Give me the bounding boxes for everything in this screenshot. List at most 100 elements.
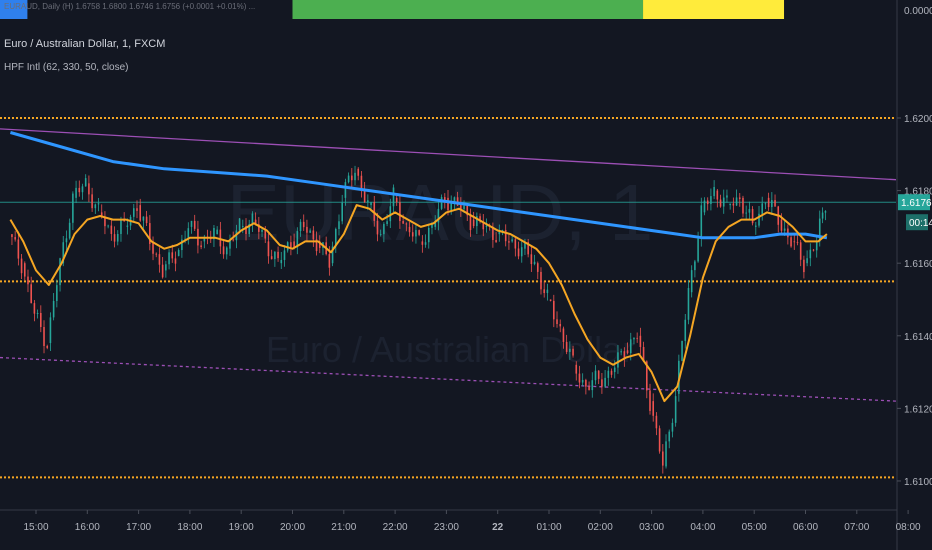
chart-title[interactable]: Euro / Australian Dollar, 1, FXCM bbox=[4, 38, 165, 50]
candle-body bbox=[370, 201, 372, 206]
x-tick-label-6: 21:00 bbox=[331, 522, 356, 533]
candle-body bbox=[697, 238, 699, 262]
candle-body bbox=[581, 379, 584, 383]
candle-body bbox=[17, 239, 20, 259]
candle-body bbox=[97, 203, 100, 205]
y-tick-label-0: 1.62000 bbox=[904, 114, 932, 125]
candle-body bbox=[806, 258, 808, 264]
candle-body bbox=[174, 258, 177, 264]
candle-body bbox=[607, 370, 610, 378]
indicator-legend[interactable]: HPF Intl (62, 330, 50, close) bbox=[4, 62, 129, 73]
x-tick-label-3: 18:00 bbox=[177, 522, 202, 533]
candle-body bbox=[107, 225, 109, 227]
candle-body bbox=[312, 230, 315, 240]
candle-body bbox=[177, 250, 180, 256]
candle-body bbox=[270, 256, 273, 260]
candle-body bbox=[193, 220, 196, 229]
candle-body bbox=[780, 219, 783, 231]
candle-body bbox=[376, 220, 379, 235]
candle-body bbox=[655, 415, 658, 429]
candle-body bbox=[328, 254, 331, 268]
candle-body bbox=[719, 199, 722, 207]
candle-body bbox=[261, 229, 263, 232]
candle-body bbox=[533, 261, 536, 265]
candle-body bbox=[690, 270, 693, 293]
x-tick-label-16: 07:00 bbox=[844, 522, 869, 533]
candle-body bbox=[812, 249, 815, 251]
candle-body bbox=[23, 263, 26, 277]
candle-body bbox=[517, 248, 520, 257]
candle-body bbox=[639, 335, 642, 347]
x-tick-label-4: 19:00 bbox=[229, 522, 254, 533]
candle-body bbox=[415, 230, 417, 237]
candle-body bbox=[745, 212, 747, 214]
candle-body bbox=[617, 352, 619, 368]
candle-body bbox=[72, 193, 74, 223]
x-tick-label-9: 22 bbox=[492, 522, 504, 533]
candle-body bbox=[302, 221, 305, 228]
candle-body bbox=[572, 348, 574, 356]
x-tick-label-8: 23:00 bbox=[434, 522, 459, 533]
candle-body bbox=[463, 205, 465, 210]
candle-body bbox=[142, 216, 145, 221]
candle-body bbox=[238, 218, 241, 231]
candle-body bbox=[78, 187, 81, 193]
watermark-name: Euro / Australian Dollar bbox=[266, 329, 634, 370]
candle-body bbox=[694, 261, 696, 271]
candle-body bbox=[132, 208, 135, 217]
candle-body bbox=[588, 386, 590, 391]
candle-body bbox=[27, 276, 29, 285]
candle-body bbox=[629, 339, 632, 354]
candle-body bbox=[601, 379, 603, 387]
candle-body bbox=[290, 242, 292, 248]
candle-body bbox=[440, 197, 443, 209]
candle-body bbox=[59, 258, 61, 286]
candle-body bbox=[347, 175, 350, 183]
candle-body bbox=[729, 203, 731, 206]
candle-body bbox=[190, 220, 193, 227]
candle-body bbox=[338, 221, 340, 229]
x-tick-label-14: 05:00 bbox=[742, 522, 767, 533]
candle-body bbox=[751, 209, 754, 224]
candle-body bbox=[591, 380, 594, 391]
candle-body bbox=[168, 252, 170, 265]
candle-body bbox=[392, 187, 395, 207]
candle-body bbox=[556, 319, 558, 325]
candle-body bbox=[424, 242, 427, 245]
candle-body bbox=[267, 241, 270, 257]
candle-body bbox=[216, 229, 218, 235]
candle-body bbox=[40, 312, 42, 327]
candle-body bbox=[687, 288, 690, 320]
candle-body bbox=[668, 431, 671, 442]
candle-body bbox=[821, 212, 824, 219]
chart-canvas[interactable]: EURAUD, 1Euro / Australian Dollar 0.0000… bbox=[0, 0, 932, 550]
candle-body bbox=[761, 203, 764, 214]
candle-body bbox=[344, 182, 347, 198]
candle-body bbox=[427, 227, 430, 243]
candle-body bbox=[200, 245, 202, 248]
y-tick-label-4: 1.61200 bbox=[904, 404, 932, 415]
candle-body bbox=[514, 239, 517, 249]
chart-window: EURAUD, 1 Euro / Australian Dollar 0.0000… bbox=[0, 0, 932, 550]
candle-body bbox=[49, 317, 52, 344]
candle-body bbox=[225, 247, 228, 255]
x-tick-label-0: 15:00 bbox=[23, 522, 48, 533]
candle-body bbox=[726, 195, 728, 198]
candle-body bbox=[165, 264, 167, 271]
y-tick-label-5: 1.61000 bbox=[904, 477, 932, 488]
x-tick-label-10: 01:00 bbox=[536, 522, 561, 533]
candle-body bbox=[75, 187, 77, 198]
candle-body bbox=[52, 301, 55, 318]
candle-body bbox=[363, 189, 366, 203]
symbol-watermark: EURAUD, 1Euro / Australian Dollar bbox=[227, 168, 654, 370]
candle-body bbox=[636, 337, 638, 339]
candle-body bbox=[553, 300, 555, 320]
status-segment-2 bbox=[292, 0, 644, 19]
candle-body bbox=[665, 441, 667, 467]
candle-body bbox=[790, 237, 792, 247]
candle-body bbox=[264, 229, 267, 239]
top-readout: 0.00000 bbox=[904, 6, 932, 17]
candle-body bbox=[613, 367, 616, 373]
candle-body bbox=[684, 319, 687, 341]
candle-body bbox=[530, 254, 533, 265]
